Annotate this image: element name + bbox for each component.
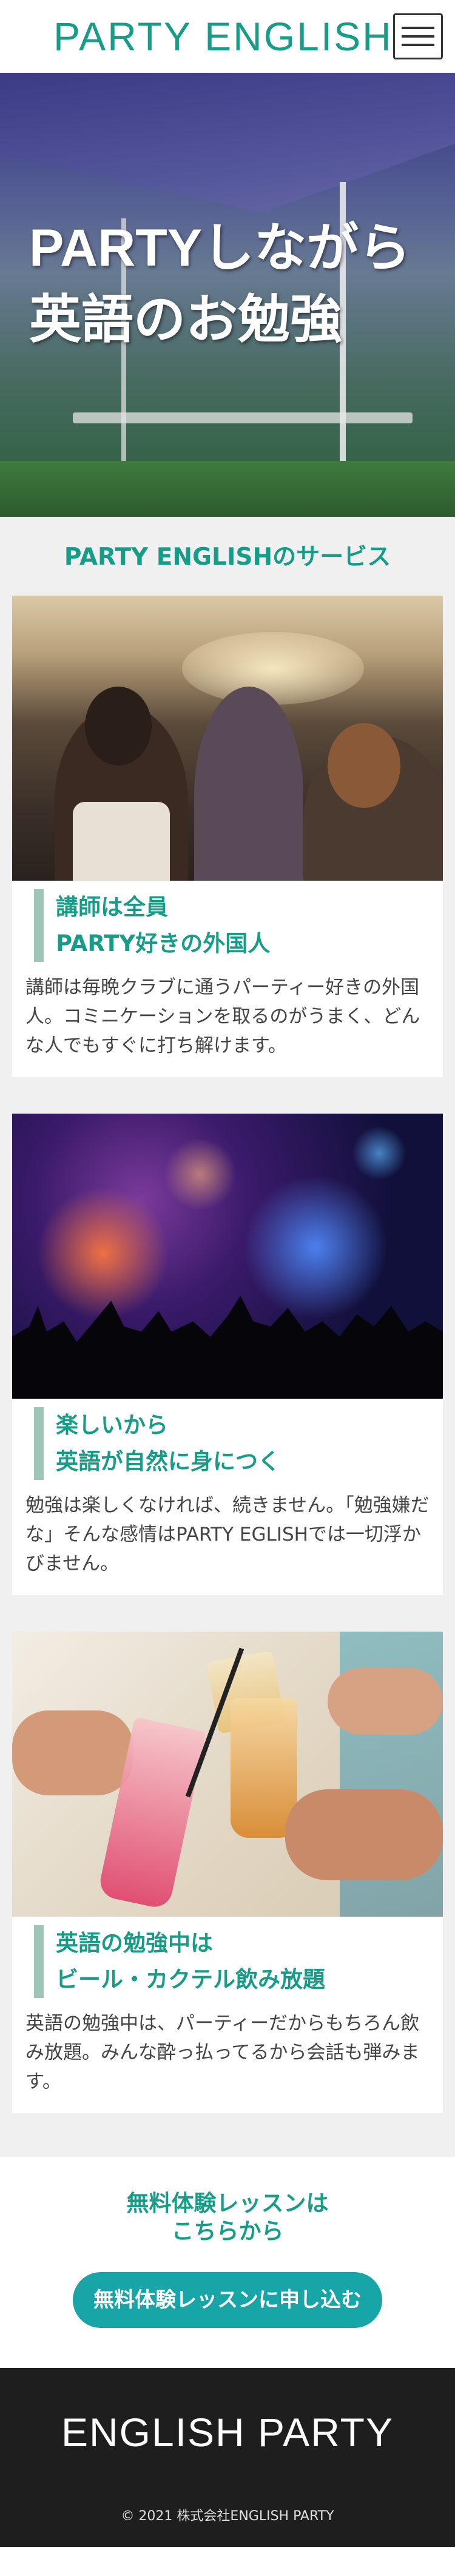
card-heading: 講師は全員 PARTY好きの外国人 [34, 889, 430, 962]
card-heading-line2: 英語が自然に身につく [56, 1448, 280, 1475]
service-card-teachers: 講師は全員 PARTY好きの外国人 講師は毎晩クラブに通うパーティー好きの外国人… [12, 596, 443, 1077]
services-section: PARTY ENGLISHのサービス 講師は全員 PARTY好きの外国人 講師は… [0, 517, 455, 2157]
card-heading: 英語の勉強中は ビール・カクテル飲み放題 [34, 1925, 430, 1998]
card-heading-line2: PARTY好きの外国人 [56, 930, 271, 957]
card-body: 楽しいから 英語が自然に身につく 勉強は楽しくなければ、続きません。「勉強嫌だな… [12, 1399, 443, 1595]
hero-title-line1: PARTYしながら [29, 219, 411, 277]
hero-table-shape [73, 412, 413, 423]
hero-section: PARTYしながら 英語のお勉強 [0, 73, 455, 517]
service-card-fun: 楽しいから 英語が自然に身につく 勉強は楽しくなければ、続きません。「勉強嫌だな… [12, 1114, 443, 1595]
footer-logo[interactable]: ENGLISH PARTY [0, 2409, 455, 2455]
card-heading: 楽しいから 英語が自然に身につく [34, 1407, 430, 1480]
image-hand-shape [328, 1668, 443, 1735]
hero-umbrella-shape [0, 73, 455, 212]
hamburger-menu-button[interactable] [393, 13, 443, 59]
services-title: PARTY ENGLISHのサービス [64, 543, 391, 571]
image-light-shape [352, 1126, 406, 1180]
hamburger-icon-bar [402, 35, 434, 38]
card-body: 講師は全員 PARTY好きの外国人 講師は毎晩クラブに通うパーティー好きの外国人… [12, 881, 443, 1077]
hamburger-icon-bar [402, 44, 434, 46]
hamburger-icon-bar [402, 27, 434, 29]
card-text: 講師は毎晩クラブに通うパーティー好きの外国人。コミニケーションを取るのがうまく、… [25, 977, 420, 1057]
hero-title-line2: 英語のお勉強 [29, 291, 342, 349]
card-text: 英語の勉強中は、パーティーだからもちろん飲み放題。みんな酔っ払ってるから会話も弾… [25, 2013, 420, 2093]
site-header: PARTY ENGLISH [0, 0, 455, 73]
image-person-shape [194, 687, 303, 881]
card-heading-line2: ビール・カクテル飲み放題 [56, 1966, 325, 1993]
image-hand-shape [12, 1710, 133, 1795]
card-heading-line1: 講師は全員 [56, 894, 168, 920]
cta-text-line1: 無料体験レッスンは [126, 2190, 329, 2216]
copyright-text: © 2021 株式会社ENGLISH PARTY [121, 2509, 334, 2524]
image-light-shape [164, 1138, 237, 1211]
card-heading-line1: 英語の勉強中は [56, 1930, 213, 1956]
hero-lawn-shape [0, 461, 455, 517]
cta-section: 無料体験レッスンは こちらから 無料体験レッスンに申し込む [0, 2157, 455, 2368]
service-card-drinks: 英語の勉強中は ビール・カクテル飲み放題 英語の勉強中は、パーティーだからもちろ… [12, 1632, 443, 2113]
site-footer: ENGLISH PARTY © 2021 株式会社ENGLISH PARTY [0, 2368, 455, 2547]
cocktail-toast-image [12, 1632, 443, 1917]
concert-crowd-image [12, 1114, 443, 1399]
image-shirt-shape [73, 802, 170, 881]
hero-title: PARTYしながら 英語のお勉強 [29, 212, 411, 355]
card-heading-line1: 楽しいから [56, 1412, 168, 1438]
site-logo[interactable]: PARTY ENGLISH [53, 13, 393, 59]
cta-text-line2: こちらから [171, 2218, 284, 2244]
image-head-shape [328, 723, 400, 808]
image-hand-shape [285, 1789, 443, 1880]
card-body: 英語の勉強中は ビール・カクテル飲み放題 英語の勉強中は、パーティーだからもちろ… [12, 1917, 443, 2113]
party-crowd-image [12, 596, 443, 881]
cta-text: 無料体験レッスンは こちらから [0, 2190, 455, 2245]
image-light-shape [182, 632, 364, 705]
image-light-shape [243, 1174, 388, 1320]
card-text: 勉強は楽しくなければ、続きません。「勉強嫌だな」そんな感情はPARTY EGLI… [25, 1495, 430, 1575]
free-trial-button[interactable]: 無料体験レッスンに申し込む [73, 2272, 382, 2328]
image-head-shape [85, 687, 152, 765]
image-light-shape [36, 1186, 170, 1320]
